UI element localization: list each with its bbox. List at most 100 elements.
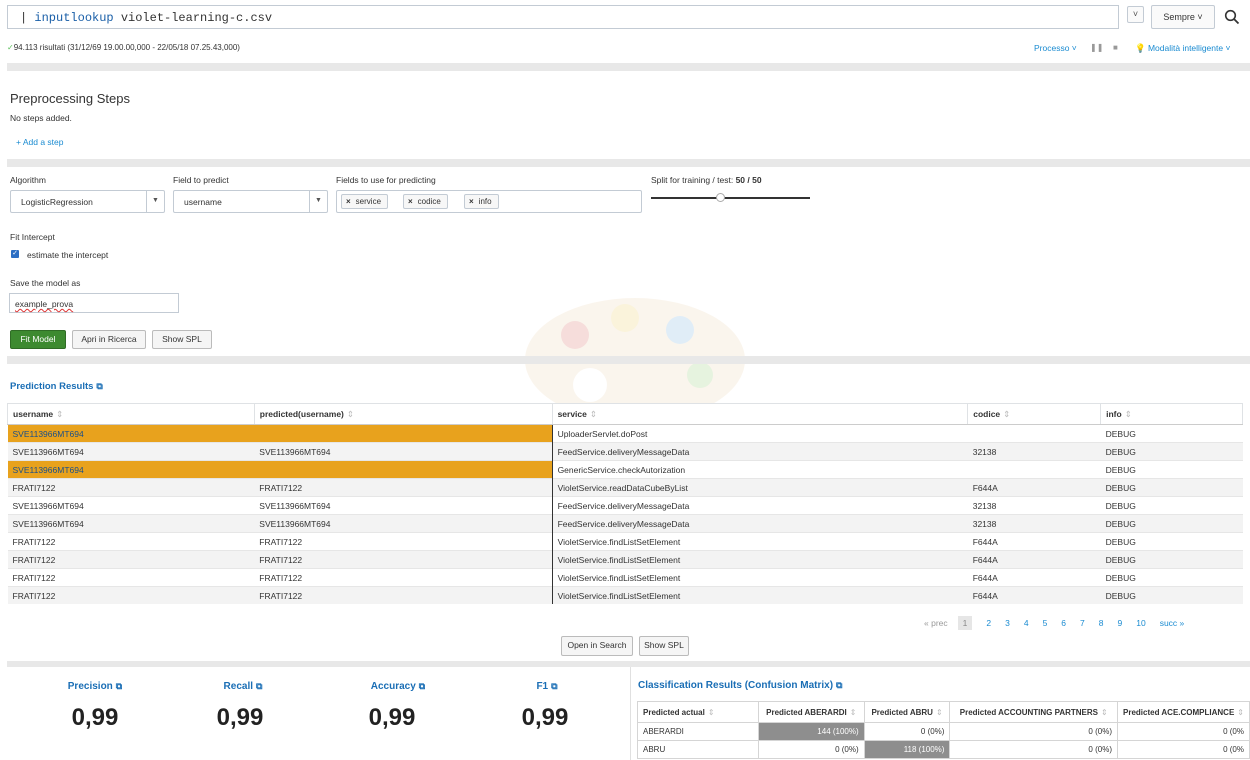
- sort-icon[interactable]: ⇕: [1237, 708, 1244, 717]
- column-header-label: Predicted ACCOUNTING PARTNERS: [959, 707, 1098, 717]
- algorithm-label: Algorithm: [10, 175, 46, 185]
- results-summary: ✓94.113 risultati (31/12/69 19.00.00,000…: [7, 43, 240, 52]
- sort-icon[interactable]: ⇕: [708, 708, 715, 717]
- pagination-prev[interactable]: « prec: [924, 618, 948, 628]
- column-header-username[interactable]: username ⇕: [7, 403, 255, 425]
- table-row: SVE113966MT694 SVE113966MT694 FeedService.…: [7, 442, 1243, 461]
- column-header[interactable]: Predicted ABRU ⇕: [863, 701, 951, 723]
- sort-icon[interactable]: ⇕: [1101, 708, 1108, 717]
- chevron-down-icon: ▼: [146, 191, 164, 212]
- pagination: « prec 1 2 3 4 5 6 7 8 9 10 succ »: [924, 616, 1185, 630]
- table-cell: ABRU: [637, 740, 759, 759]
- algorithm-select[interactable]: LogisticRegression ▼: [10, 190, 165, 213]
- open-in-search-button[interactable]: Apri in Ricerca: [72, 330, 146, 349]
- pagination-page[interactable]: 7: [1080, 618, 1085, 628]
- search-bar[interactable]: | inputlookup violet-learning-c.csv: [7, 5, 1119, 29]
- confusion-matrix-title: Classification Results (Confusion Matrix…: [638, 680, 842, 691]
- table-cell: VioletService.readDataCubeByList: [551, 478, 968, 497]
- sort-icon[interactable]: ⇕: [347, 409, 354, 419]
- table-cell: DEBUG: [1100, 478, 1243, 497]
- pagination-page[interactable]: 2: [986, 618, 991, 628]
- f1-value: 0,99: [521, 704, 569, 731]
- pagination-page[interactable]: 8: [1099, 618, 1104, 628]
- table-cell: VioletService.findListSetElement: [551, 586, 968, 604]
- external-link-icon[interactable]: ⧉: [96, 381, 102, 391]
- recall-value: 0,99: [216, 704, 264, 731]
- table-header-row: Predicted actual ⇕ Predicted ABERARDI ⇕ Pred…: [637, 701, 1250, 723]
- split-label: Split for training / test: 50 / 50: [651, 175, 762, 185]
- sort-icon[interactable]: ⇕: [590, 409, 597, 419]
- smart-mode-label: Modalità intelligente ˅: [1147, 43, 1231, 53]
- pagination-page[interactable]: 6: [1061, 618, 1066, 628]
- pagination-page[interactable]: 5: [1043, 618, 1048, 628]
- pagination-page[interactable]: 10: [1136, 618, 1145, 628]
- field-to-predict-select[interactable]: username ▼: [173, 190, 328, 213]
- table-cell: FRATI7122: [7, 568, 255, 587]
- model-name-input[interactable]: example_prova: [9, 293, 179, 313]
- column-header[interactable]: Predicted actual ⇕: [637, 701, 759, 723]
- external-link-icon[interactable]: ⧉: [116, 681, 122, 691]
- no-steps-text: No steps added.: [10, 113, 72, 123]
- column-header[interactable]: Predicted ABERARDI ⇕: [757, 701, 865, 723]
- table-cell: 0 (0%): [757, 740, 865, 759]
- lightbulb-icon: 💡: [1135, 43, 1146, 53]
- sort-icon[interactable]: ⇕: [936, 708, 943, 717]
- pagination-page[interactable]: 9: [1118, 618, 1123, 628]
- search-input[interactable]: | inputlookup violet-learning-c.csv: [20, 11, 272, 25]
- pagination-page[interactable]: 1: [957, 616, 973, 630]
- table-cell: [967, 424, 1101, 443]
- field-chip[interactable]: × service: [341, 194, 389, 209]
- sort-icon[interactable]: ⇕: [1125, 409, 1132, 419]
- sort-icon[interactable]: ⇕: [850, 708, 857, 717]
- time-caret-button[interactable]: ˅: [1127, 6, 1144, 23]
- sort-icon[interactable]: ⇕: [1003, 409, 1010, 419]
- pagination-page[interactable]: 3: [1005, 618, 1010, 628]
- table-cell: DEBUG: [1100, 460, 1243, 479]
- field-chip[interactable]: × info: [464, 194, 499, 209]
- recall-label: Recall ⧉: [183, 681, 303, 692]
- column-header[interactable]: Predicted ACE.COMPLIANCE ⇕: [1116, 701, 1250, 723]
- fit-intercept-checkbox[interactable]: ✓: [11, 250, 19, 258]
- column-header-info[interactable]: info ⇕: [1100, 403, 1243, 425]
- remove-icon[interactable]: ×: [469, 197, 474, 206]
- column-header-service[interactable]: service ⇕: [551, 403, 969, 425]
- search-command-keyword: inputlookup: [34, 11, 114, 25]
- sort-icon[interactable]: ⇕: [56, 409, 63, 419]
- show-spl-button[interactable]: Show SPL: [152, 330, 212, 349]
- external-link-icon[interactable]: ⧉: [419, 681, 425, 691]
- column-header-predictedusername[interactable]: predicted(username) ⇕: [253, 403, 553, 425]
- table-cell: 0 (0%): [863, 722, 951, 741]
- time-range-picker[interactable]: Sempre ˅: [1151, 5, 1215, 29]
- table-cell: SVE113966MT694: [254, 496, 553, 515]
- show-spl-button[interactable]: Show SPL: [639, 636, 689, 656]
- search-icon[interactable]: [1219, 5, 1245, 29]
- field-chip[interactable]: × codice: [403, 194, 448, 209]
- smart-mode-menu[interactable]: 💡 Modalità intelligente ˅: [1135, 43, 1230, 54]
- pagination-page[interactable]: 4: [1024, 618, 1029, 628]
- prediction-results-title: Prediction Results ⧉: [10, 381, 103, 392]
- add-step-link[interactable]: + Add a step: [16, 137, 64, 147]
- split-label-text: Split for training / test:: [651, 175, 736, 185]
- external-link-icon[interactable]: ⧉: [551, 681, 557, 691]
- open-in-search-button[interactable]: Open in Search: [561, 636, 633, 656]
- column-header-codice[interactable]: codice ⇕: [967, 403, 1102, 425]
- column-header[interactable]: Predicted ACCOUNTING PARTNERS ⇕: [949, 701, 1118, 723]
- external-link-icon[interactable]: ⧉: [836, 680, 842, 690]
- table-cell: 118 (100%): [863, 740, 951, 759]
- column-header-label: info: [1106, 408, 1122, 419]
- prediction-results-title-text: Prediction Results: [10, 381, 94, 392]
- pause-icon[interactable]: ❚❚: [1090, 43, 1103, 52]
- external-link-icon[interactable]: ⧉: [256, 681, 262, 691]
- remove-icon[interactable]: ×: [408, 197, 413, 206]
- fields-multiselect[interactable]: × service × codice × info: [336, 190, 642, 213]
- check-icon: ✓: [7, 43, 14, 52]
- table-cell: FRATI7122: [254, 550, 553, 569]
- split-slider-handle[interactable]: [716, 193, 725, 202]
- remove-icon[interactable]: ×: [346, 197, 351, 206]
- process-menu[interactable]: Processo ˅: [1034, 43, 1077, 53]
- pagination-next[interactable]: succ »: [1160, 618, 1185, 628]
- table-cell: 144 (100%): [757, 722, 865, 741]
- stop-icon[interactable]: ■: [1113, 43, 1118, 52]
- split-slider-track[interactable]: [651, 197, 810, 199]
- fit-model-button[interactable]: Fit Model: [10, 330, 66, 349]
